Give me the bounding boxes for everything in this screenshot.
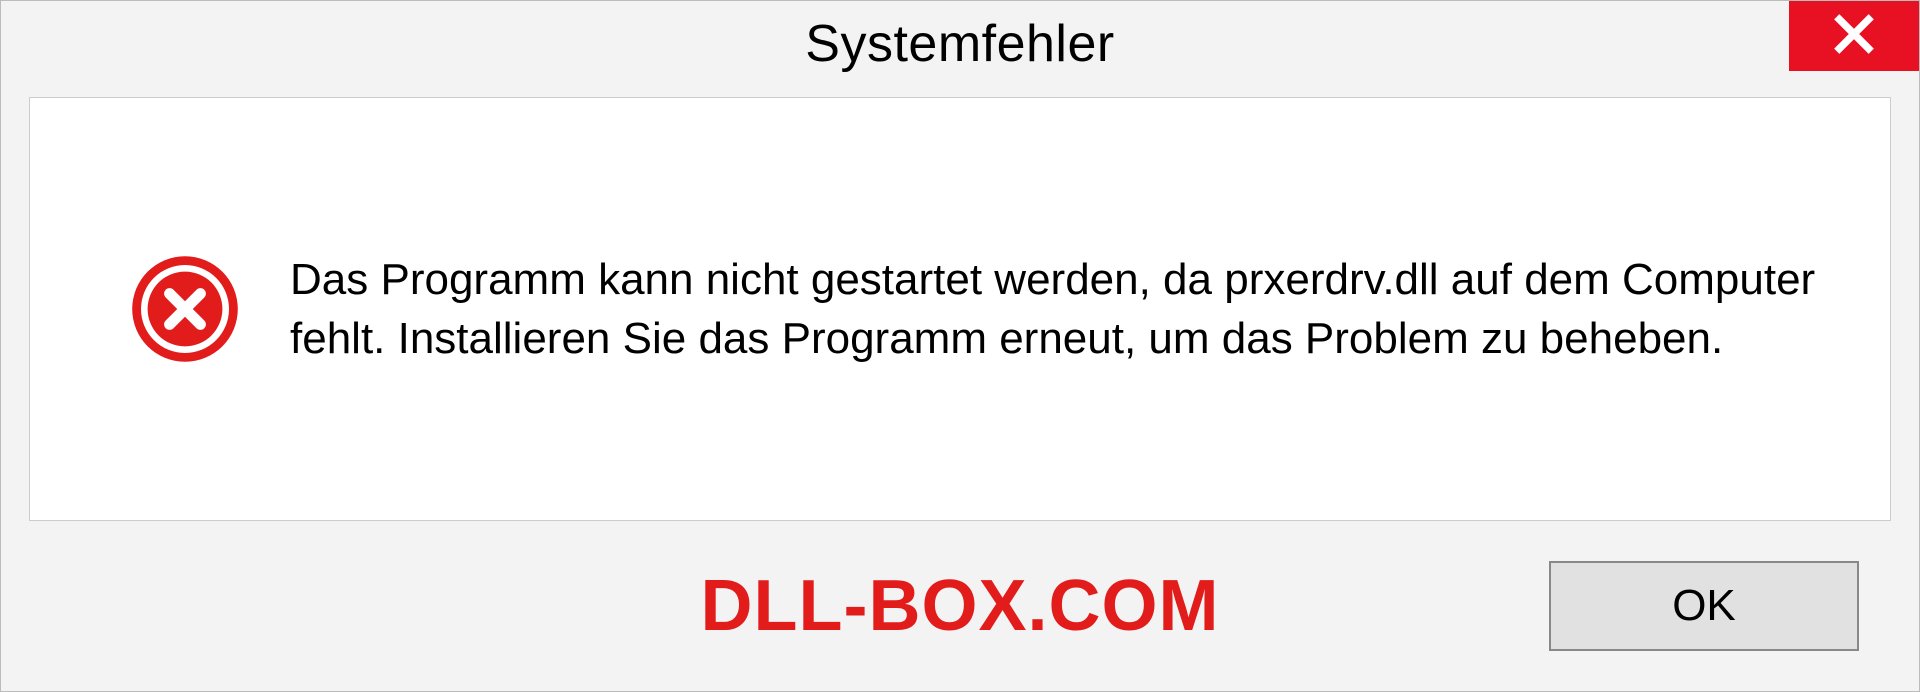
close-button[interactable] (1789, 1, 1919, 71)
error-dialog: Systemfehler Das Programm kann nicht ges… (0, 0, 1920, 692)
dialog-title: Systemfehler (805, 14, 1114, 74)
ok-button[interactable]: OK (1549, 561, 1859, 651)
button-bar: DLL-BOX.COM OK (1, 521, 1919, 691)
content-area: Das Programm kann nicht gestartet werden… (29, 97, 1891, 521)
error-icon (130, 254, 240, 364)
error-message: Das Programm kann nicht gestartet werden… (290, 250, 1830, 369)
titlebar: Systemfehler (1, 1, 1919, 87)
watermark-text: DLL-BOX.COM (701, 565, 1220, 647)
ok-button-label: OK (1672, 581, 1736, 631)
close-icon (1832, 12, 1876, 61)
